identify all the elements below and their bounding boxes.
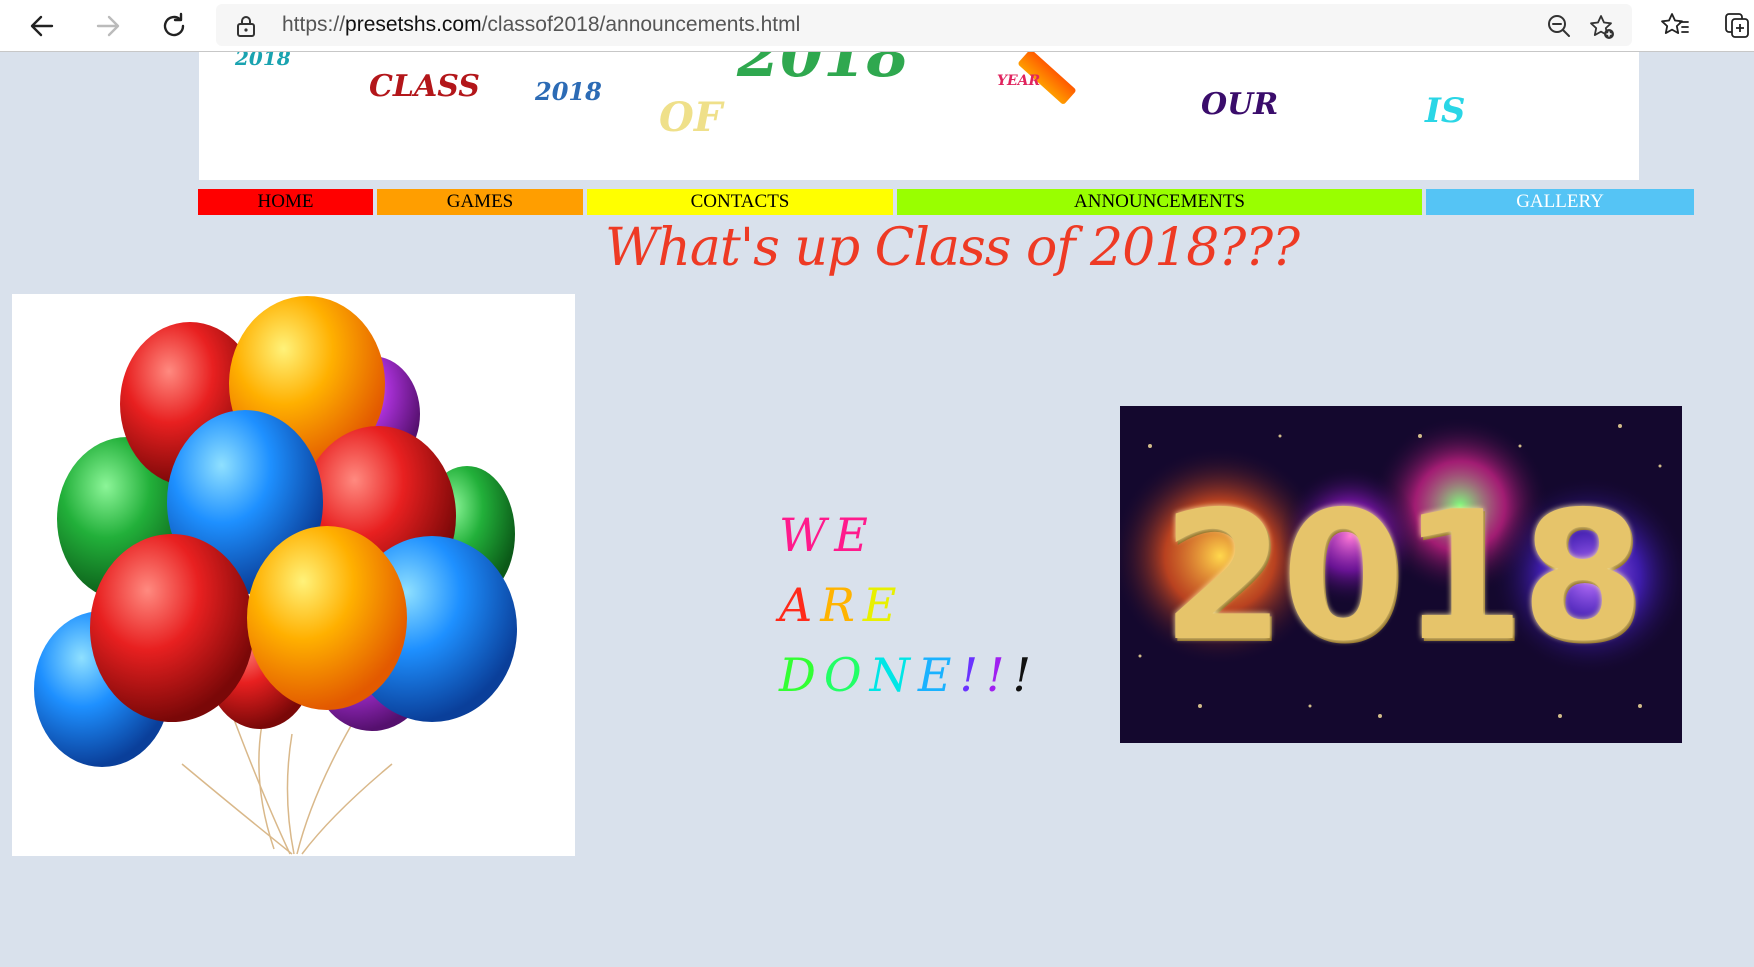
- browser-toolbar: https://presetshs.com/classof2018/announ…: [0, 0, 1754, 52]
- letter: D: [779, 648, 824, 702]
- url-prefix: https://: [282, 13, 346, 36]
- zoom-out-icon[interactable]: [1546, 13, 1572, 39]
- letter: !: [985, 648, 1013, 702]
- nav-contacts[interactable]: CONTACTS: [587, 189, 893, 215]
- letter: E: [862, 578, 905, 632]
- forward-arrow-icon: [96, 15, 120, 37]
- done-line-2: ARE: [779, 570, 1039, 640]
- banner-word: YEAR: [997, 73, 1041, 89]
- nav-announcements[interactable]: ANNOUNCEMENTS: [897, 189, 1422, 215]
- we-are-done-text: WE ARE DONE!!!: [779, 500, 1039, 710]
- fireworks-2018-image: 2018: [1120, 406, 1682, 743]
- banner-word: 2018: [235, 52, 291, 70]
- url-path: /classof2018/announcements.html: [481, 13, 801, 36]
- letter: R: [820, 578, 863, 632]
- banner-word: 2018: [535, 77, 602, 106]
- collections-icon[interactable]: [1722, 10, 1752, 40]
- reload-button[interactable]: [156, 8, 192, 44]
- url-host: presetshs.com: [345, 13, 482, 36]
- letter: !: [1012, 648, 1039, 702]
- year-2018-graphic: 2018: [1161, 473, 1644, 680]
- banner-word: OUR: [1201, 87, 1279, 122]
- banner-word: CLASS: [369, 69, 480, 104]
- done-line-1: WE: [779, 500, 1039, 570]
- letter: O: [823, 648, 870, 702]
- letter: W: [779, 508, 835, 562]
- back-arrow-icon: [30, 15, 54, 37]
- lock-icon[interactable]: [236, 15, 256, 37]
- banner-word: IS: [1425, 91, 1466, 131]
- letter: E: [834, 508, 876, 562]
- reload-icon: [163, 12, 185, 37]
- letter: !: [959, 648, 986, 702]
- balloons-image: [12, 294, 575, 856]
- forward-button[interactable]: [90, 8, 126, 44]
- banner-word: 2018: [737, 52, 910, 91]
- nav-games[interactable]: GAMES: [377, 189, 583, 215]
- nav-home[interactable]: HOME: [198, 189, 373, 215]
- page-heading: What's up Class of 2018???: [604, 218, 1300, 278]
- url-text[interactable]: https://presetshs.com/classof2018/announ…: [282, 13, 800, 37]
- letter: A: [779, 578, 821, 632]
- banner-word: OF: [659, 94, 723, 141]
- letter: E: [917, 648, 960, 702]
- add-favorite-icon[interactable]: [1588, 13, 1616, 41]
- balloon: [247, 526, 407, 710]
- favorites-icon[interactable]: [1660, 10, 1690, 40]
- balloon: [90, 534, 254, 722]
- back-button[interactable]: [24, 8, 60, 44]
- header-banner: 2018 CLASS 2018 OF 2018 YEAR OUR IS: [199, 52, 1639, 180]
- done-line-3: DONE!!!: [779, 640, 1039, 710]
- address-bar[interactable]: https://presetshs.com/classof2018/announ…: [216, 4, 1632, 46]
- letter: N: [869, 648, 918, 702]
- nav-gallery[interactable]: GALLERY: [1426, 189, 1694, 215]
